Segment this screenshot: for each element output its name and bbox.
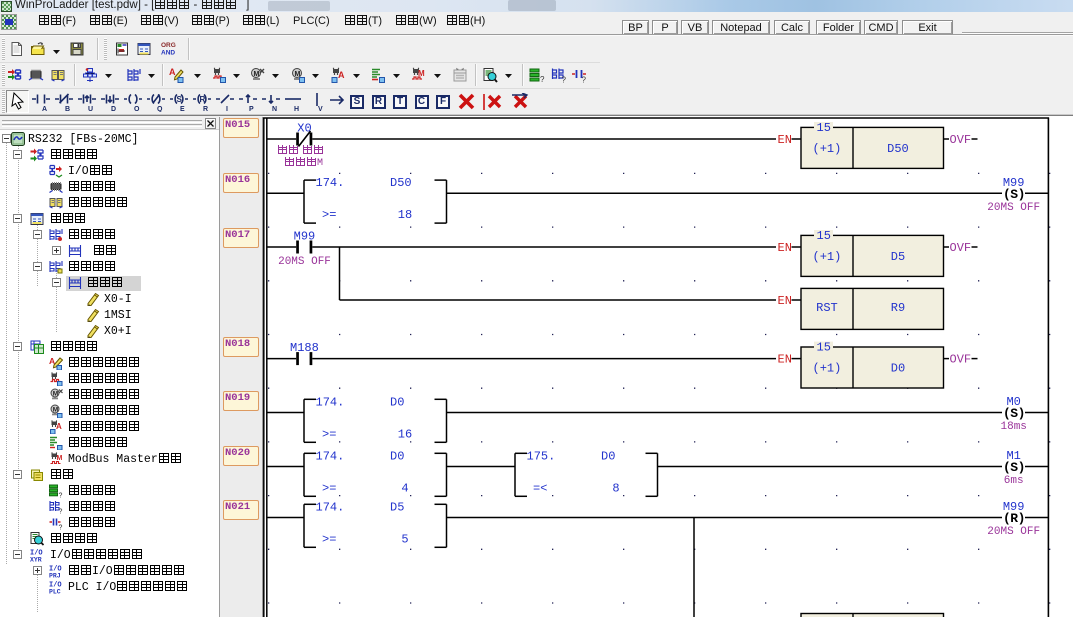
svg-text:174.: 174. [316, 395, 345, 409]
svg-text:D0: D0 [601, 449, 615, 463]
svg-text:(S): (S) [1003, 460, 1025, 475]
svg-text:20MS OFF: 20MS OFF [987, 526, 1040, 538]
svg-text:X0: X0 [297, 122, 311, 136]
svg-text:>=: >= [322, 208, 336, 222]
svg-text:>=: >= [322, 481, 336, 495]
svg-text:M: M [53, 390, 58, 397]
svg-text:20MS OFF: 20MS OFF [278, 256, 331, 268]
svg-text:D5: D5 [390, 500, 404, 514]
svg-text:M: M [254, 71, 260, 78]
svg-text:EN: EN [778, 241, 792, 255]
svg-text:(S): (S) [1003, 187, 1025, 202]
svg-text:D: D [111, 106, 116, 112]
svg-text:16: 16 [398, 427, 412, 441]
svg-text:?: ? [582, 76, 587, 84]
svg-text:EN: EN [778, 133, 792, 147]
svg-text:(+1): (+1) [813, 142, 842, 156]
svg-text:?: ? [59, 524, 63, 530]
svg-text:S: S [177, 95, 183, 104]
svg-text:PRJ: PRJ [49, 572, 61, 578]
svg-text:PLC: PLC [49, 588, 61, 594]
svg-text:XYR: XYR [30, 556, 42, 562]
svg-text:ORG: ORG [161, 42, 176, 49]
svg-text:U: U [88, 106, 93, 112]
svg-text:O: O [134, 106, 140, 112]
svg-text:OVF: OVF [950, 241, 972, 255]
svg-text:D5: D5 [891, 250, 905, 264]
svg-text:?: ? [562, 76, 567, 84]
svg-text:?: ? [540, 75, 545, 83]
svg-text:174.: 174. [316, 449, 345, 463]
svg-text:D0: D0 [390, 449, 404, 463]
svg-text:?: ? [59, 492, 63, 498]
svg-text:>=: >= [322, 427, 336, 441]
svg-text:8: 8 [612, 481, 619, 495]
svg-text:=<: =< [533, 481, 547, 495]
svg-text:P: P [249, 106, 254, 112]
svg-text:D0: D0 [390, 395, 404, 409]
svg-text:B: B [65, 106, 70, 112]
svg-text:Q: Q [157, 106, 163, 112]
svg-text:M: M [295, 71, 301, 78]
svg-text:R: R [203, 106, 208, 112]
svg-text:EN: EN [778, 353, 792, 367]
svg-text:D50: D50 [887, 142, 909, 156]
svg-text:EN: EN [778, 294, 792, 308]
svg-text:OVF: OVF [950, 353, 972, 367]
svg-text:6ms: 6ms [1004, 475, 1024, 487]
svg-text:A: A [56, 422, 62, 431]
svg-text:15: 15 [817, 229, 831, 243]
svg-text:M188: M188 [290, 341, 319, 355]
svg-text:A: A [42, 106, 47, 112]
svg-text:(+1): (+1) [813, 250, 842, 264]
svg-text:N: N [272, 106, 277, 112]
svg-text:M: M [53, 406, 58, 413]
svg-text:20MS OFF: 20MS OFF [987, 202, 1040, 214]
svg-text:A: A [338, 70, 345, 80]
svg-text:R9: R9 [891, 301, 905, 315]
svg-text:RST: RST [816, 301, 838, 315]
svg-text:174.: 174. [316, 500, 345, 514]
svg-text:18: 18 [398, 208, 412, 222]
svg-text:4: 4 [401, 481, 408, 495]
svg-text:R: R [200, 95, 206, 104]
svg-text:V: V [318, 106, 323, 112]
svg-text:E: E [180, 106, 185, 112]
svg-text:(R): (R) [1003, 511, 1025, 526]
svg-text:AND: AND [161, 50, 175, 57]
svg-text:(S): (S) [1003, 406, 1025, 421]
svg-text:5: 5 [401, 532, 408, 546]
svg-text:?: ? [59, 508, 63, 514]
svg-text:D50: D50 [390, 176, 412, 190]
svg-text:I: I [226, 106, 228, 112]
svg-text:A: A [169, 67, 176, 77]
svg-text:18ms: 18ms [1001, 421, 1027, 433]
svg-text:(+1): (+1) [813, 362, 842, 376]
svg-text:H: H [294, 106, 299, 112]
svg-text:>=: >= [322, 532, 336, 546]
svg-text:15: 15 [817, 341, 831, 355]
svg-text:175.: 175. [527, 449, 556, 463]
svg-text:15: 15 [817, 121, 831, 135]
svg-text:174.: 174. [316, 176, 345, 190]
svg-text:D0: D0 [891, 362, 905, 376]
svg-text:OVF: OVF [950, 133, 972, 147]
svg-text:M99: M99 [294, 230, 316, 244]
